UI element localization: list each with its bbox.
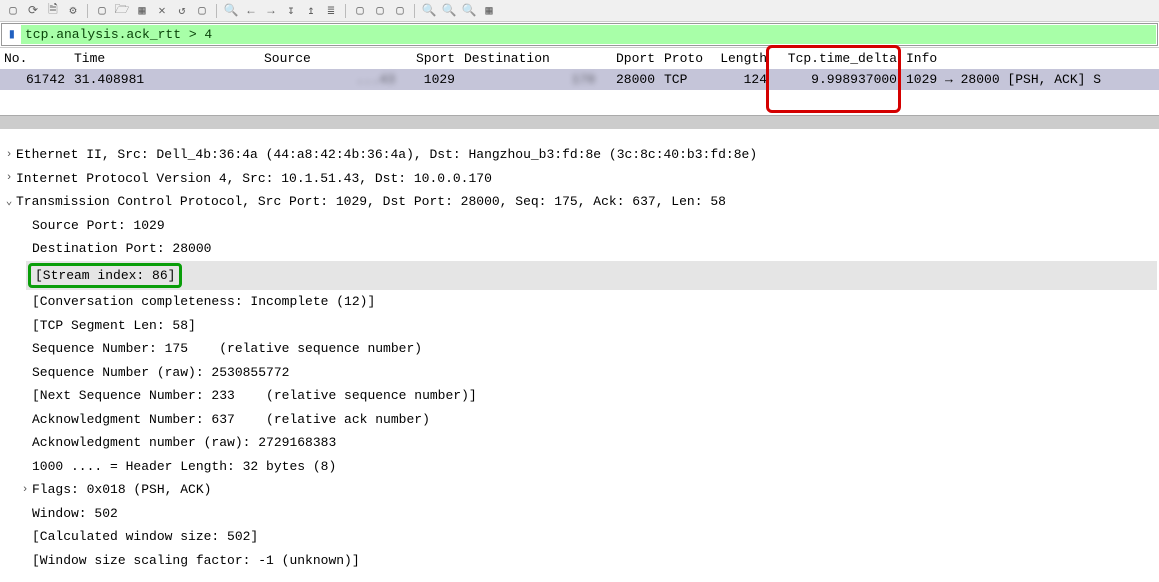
tcp-line[interactable]: ⌄ Transmission Control Protocol, Src Por… (2, 190, 1157, 214)
ack-num-line[interactable]: Acknowledgment Number: 637 (relative ack… (2, 408, 1157, 432)
col-no-header[interactable]: No. (0, 48, 70, 69)
separator (345, 4, 346, 18)
ack-raw-line[interactable]: Acknowledgment number (raw): 2729168383 (2, 431, 1157, 455)
h-scrollbar[interactable] (0, 115, 1159, 129)
toolbar-icon[interactable]: ▢ (371, 2, 389, 20)
src-port-line[interactable]: Source Port: 1029 (2, 214, 1157, 238)
next-seq-line[interactable]: [Next Sequence Number: 233 (relative seq… (2, 384, 1157, 408)
expand-icon[interactable]: › (18, 482, 32, 499)
stream-index-line[interactable]: [Stream index: 86] (26, 261, 1157, 291)
toolbar-icon[interactable]: ▢ (193, 2, 211, 20)
back-icon[interactable]: ← (242, 2, 260, 20)
ip-line[interactable]: › Internet Protocol Version 4, Src: 10.1… (2, 167, 1157, 191)
dst-port-line[interactable]: Destination Port: 28000 (2, 237, 1157, 261)
col-info-header[interactable]: Info (902, 48, 1159, 69)
header-len-line[interactable]: 1000 .... = Header Length: 32 bytes (8) (2, 455, 1157, 479)
toolbar-icon[interactable]: ▢ (93, 2, 111, 20)
display-filter-bar: ▮ (1, 23, 1158, 46)
packet-no: 61742 (0, 69, 70, 90)
jump-first-icon[interactable]: ↥ (302, 2, 320, 20)
toolbar-icon[interactable]: 🗎 (44, 2, 62, 20)
toolbar-icon[interactable]: ▦ (133, 2, 151, 20)
calc-window-line[interactable]: [Calculated window size: 502] (2, 525, 1157, 549)
packet-details: › Ethernet II, Src: Dell_4b:36:4a (44:a8… (0, 139, 1159, 576)
separator (87, 4, 88, 18)
zoom-out-icon[interactable]: 🔍 (460, 2, 478, 20)
zoom-in-icon[interactable]: 🔍 (420, 2, 438, 20)
toolbar-icon[interactable]: ▢ (391, 2, 409, 20)
bookmark-icon[interactable]: ▮ (3, 27, 19, 43)
col-sport-header[interactable]: Sport (400, 48, 460, 69)
packet-source: ...43 (260, 69, 400, 90)
packet-list: No. Time Source Sport Destination Dport … (0, 47, 1159, 90)
packet-sport: 1029 (400, 69, 460, 90)
gear-icon[interactable]: ⚙ (64, 2, 82, 20)
col-destination-header[interactable]: Destination (460, 48, 600, 69)
col-source-header[interactable]: Source (260, 48, 400, 69)
packet-row[interactable]: 61742 31.408981 ...43 1029 170 28000 TCP… (0, 69, 1159, 90)
flags-text: Flags: 0x018 (PSH, ACK) (32, 480, 211, 500)
ethernet-text: Ethernet II, Src: Dell_4b:36:4a (44:a8:4… (16, 145, 757, 165)
col-timedelta-header[interactable]: Tcp.time_delta (772, 48, 902, 69)
ethernet-line[interactable]: › Ethernet II, Src: Dell_4b:36:4a (44:a8… (2, 143, 1157, 167)
search-icon[interactable]: 🔍 (222, 2, 240, 20)
packet-list-header: No. Time Source Sport Destination Dport … (0, 48, 1159, 69)
jump-last-icon[interactable]: ↧ (282, 2, 300, 20)
close-icon[interactable]: ✕ (153, 2, 171, 20)
separator (414, 4, 415, 18)
packet-time: 31.408981 (70, 69, 260, 90)
toolbar-icon[interactable]: ⟳ (24, 2, 42, 20)
packet-info: 1029 → 28000 [PSH, ACK] S (902, 69, 1159, 90)
seq-num-line[interactable]: Sequence Number: 175 (relative sequence … (2, 337, 1157, 361)
window-line[interactable]: Window: 502 (2, 502, 1157, 526)
expand-icon[interactable]: › (2, 147, 16, 164)
columns-icon[interactable]: ▦ (480, 2, 498, 20)
zoom-reset-icon[interactable]: 🔍 (440, 2, 458, 20)
seq-raw-line[interactable]: Sequence Number (raw): 2530855772 (2, 361, 1157, 385)
display-filter-input[interactable] (21, 25, 1156, 44)
flags-line[interactable]: › Flags: 0x018 (PSH, ACK) (2, 478, 1157, 502)
segment-len-line[interactable]: [TCP Segment Len: 58] (2, 314, 1157, 338)
packet-timedelta: 9.998937000 (772, 69, 902, 90)
packet-proto: TCP (660, 69, 710, 90)
reload-icon[interactable]: ↺ (173, 2, 191, 20)
toolbar-icon[interactable]: ≣ (322, 2, 340, 20)
col-length-header[interactable]: Length (710, 48, 772, 69)
col-time-header[interactable]: Time (70, 48, 260, 69)
collapse-icon[interactable]: ⌄ (2, 194, 16, 211)
expand-icon[interactable]: › (2, 170, 16, 187)
conv-completeness-line[interactable]: [Conversation completeness: Incomplete (… (2, 290, 1157, 314)
main-toolbar: ▢ ⟳ 🗎 ⚙ ▢ 🗁 ▦ ✕ ↺ ▢ 🔍 ← → ↧ ↥ ≣ ▢ ▢ ▢ 🔍 … (0, 0, 1159, 22)
ip-text: Internet Protocol Version 4, Src: 10.1.5… (16, 169, 492, 189)
highlight-green-box: [Stream index: 86] (28, 263, 182, 289)
tcp-text: Transmission Control Protocol, Src Port:… (16, 192, 726, 212)
packet-dport: 28000 (600, 69, 660, 90)
col-dport-header[interactable]: Dport (600, 48, 660, 69)
packet-length: 124 (710, 69, 772, 90)
col-proto-header[interactable]: Proto (660, 48, 710, 69)
folder-icon[interactable]: 🗁 (113, 2, 131, 20)
toolbar-icon[interactable]: ▢ (351, 2, 369, 20)
separator (216, 4, 217, 18)
packet-destination: 170 (460, 69, 600, 90)
toolbar-icon[interactable]: ▢ (4, 2, 22, 20)
win-scale-line[interactable]: [Window size scaling factor: -1 (unknown… (2, 549, 1157, 573)
forward-icon[interactable]: → (262, 2, 280, 20)
